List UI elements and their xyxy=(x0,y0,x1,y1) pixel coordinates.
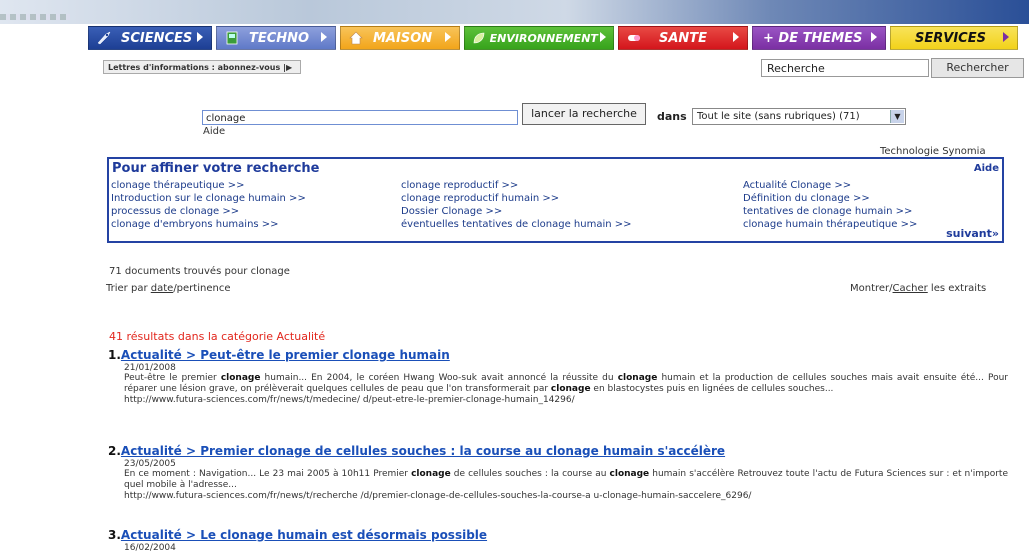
tab-label: TECHNO xyxy=(249,30,310,46)
snippet-highlight: clonage xyxy=(550,384,591,394)
chevron-down-icon: ▼ xyxy=(890,110,904,123)
refine-link[interactable]: processus de clonage >> xyxy=(111,205,306,218)
tab-label: + DE THEMES xyxy=(763,30,863,46)
result-count: 71 documents trouvés pour clonage xyxy=(109,266,290,277)
sort-prefix: Trier par xyxy=(106,283,148,294)
snippet-highlight: clonage xyxy=(617,373,658,383)
result-date: 23/05/2005 xyxy=(124,459,176,469)
refine-link[interactable]: éventuelles tentatives de clonage humain… xyxy=(401,218,632,231)
refine-link[interactable]: Dossier Clonage >> xyxy=(401,205,632,218)
result-number: 2. xyxy=(108,444,121,458)
tab-techno[interactable]: TECHNO xyxy=(216,26,336,50)
refine-column-2: clonage reproductif >> clonage reproduct… xyxy=(401,179,632,231)
query-input[interactable]: clonage xyxy=(202,110,518,125)
tab-services[interactable]: SERVICES xyxy=(890,26,1018,50)
snippet-text: de cellules souches : la course au xyxy=(450,469,610,479)
refine-link[interactable]: Introduction sur le clonage humain >> xyxy=(111,192,306,205)
result-snippet: En ce moment : Navigation... Le 23 mai 2… xyxy=(124,469,1008,491)
result-date: 16/02/2004 xyxy=(124,543,176,553)
refine-link[interactable]: clonage reproductif humain >> xyxy=(401,192,632,205)
header-search-button-label: Rechercher xyxy=(946,61,1009,74)
arrow-right-icon xyxy=(598,31,609,45)
sort-options: Trier par date/pertinence xyxy=(106,283,230,294)
snippet-highlight: clonage xyxy=(220,373,261,383)
arrow-right-icon xyxy=(195,31,207,45)
tab-label: SERVICES xyxy=(915,30,986,46)
snippet-highlight: clonage xyxy=(609,469,650,479)
launch-search-button[interactable]: lancer la recherche xyxy=(522,103,646,125)
arrow-right-icon xyxy=(319,31,331,45)
refine-next-link[interactable]: suivant» xyxy=(946,227,999,240)
main-nav: SCIENCES TECHNO MAISON ENVIRONNEMENT SAN… xyxy=(88,26,1022,53)
refine-column-1: clonage thérapeutique >> Introduction su… xyxy=(111,179,306,231)
scope-selected: Tout le site (sans rubriques) (71) xyxy=(697,111,860,122)
tab-sciences[interactable]: SCIENCES xyxy=(88,26,212,50)
help-link[interactable]: Aide xyxy=(203,126,225,137)
result-title-link[interactable]: Actualité > Peut-être le premier clonage… xyxy=(121,348,450,362)
result-number: 3. xyxy=(108,528,121,542)
tab-label: SANTE xyxy=(659,30,708,46)
header-search-input[interactable]: Recherche xyxy=(761,59,929,77)
hide-extracts-link[interactable]: Cacher xyxy=(893,283,928,294)
result-url: http://www.futura-sciences.com/fr/news/t… xyxy=(124,395,575,405)
tab-label: MAISON xyxy=(373,30,433,46)
tab-sante[interactable]: SANTE xyxy=(618,26,748,50)
extracts-label: les extraits xyxy=(927,283,987,294)
arrow-right-icon xyxy=(869,31,881,45)
tab-label: SCIENCES xyxy=(121,30,193,46)
banner-strip xyxy=(0,14,70,20)
result-title-link[interactable]: Actualité > Le clonage humain est désorm… xyxy=(121,528,487,542)
extracts-toggle: Montrer/Cacher les extraits xyxy=(850,283,986,294)
refine-link[interactable]: clonage thérapeutique >> xyxy=(111,179,306,192)
snippet-text: Peut-être le premier xyxy=(124,373,221,383)
site-banner xyxy=(0,0,1029,24)
snippet-highlight: clonage xyxy=(411,469,451,479)
refine-link[interactable]: clonage d'embryons humains >> xyxy=(111,218,306,231)
tab-environnement[interactable]: ENVIRONNEMENT xyxy=(464,26,614,50)
tab-maison[interactable]: MAISON xyxy=(340,26,460,50)
house-icon xyxy=(347,30,365,46)
result-number: 1. xyxy=(108,348,121,362)
result-date: 21/01/2008 xyxy=(124,363,176,373)
rocket-icon xyxy=(95,30,113,46)
result-item: 1.Actualité > Peut-être le premier clona… xyxy=(108,348,1008,405)
result-snippet: Peut-être le premier clonage humain... E… xyxy=(124,373,1008,395)
result-item: 2.Actualité > Premier clonage de cellule… xyxy=(108,444,1008,501)
snippet-text: humain... En 2004, le coréen Hwang Woo-s… xyxy=(260,373,618,383)
sort-by-date-link[interactable]: date xyxy=(151,283,174,294)
header-search-button[interactable]: Rechercher xyxy=(931,58,1024,78)
show-extracts[interactable]: Montrer/ xyxy=(850,283,893,294)
result-title-link[interactable]: Actualité > Premier clonage de cellules … xyxy=(121,444,725,458)
result-item: 3.Actualité > Le clonage humain est déso… xyxy=(108,528,1008,553)
refine-link[interactable]: tentatives de clonage humain >> xyxy=(743,205,917,218)
leaf-icon xyxy=(471,30,488,46)
refine-box: Pour affiner votre recherche Aide clonag… xyxy=(107,157,1004,243)
scope-select[interactable]: Tout le site (sans rubriques) (71) ▼ xyxy=(692,108,906,125)
tab-plus-de-themes[interactable]: + DE THEMES xyxy=(752,26,886,50)
arrow-right-icon xyxy=(1001,31,1013,45)
computer-icon xyxy=(223,30,241,46)
refine-title: Pour affiner votre recherche xyxy=(112,161,320,176)
provider-credit: Technologie Synomia xyxy=(880,146,986,157)
sort-by-relevance[interactable]: /pertinence xyxy=(173,283,230,294)
scope-label: dans xyxy=(657,110,687,123)
arrow-right-icon xyxy=(443,31,455,45)
pill-icon xyxy=(625,30,643,46)
newsletter-link[interactable]: Lettres d'informations : abonnez-vous |▶ xyxy=(103,60,301,74)
snippet-text: En ce moment : Navigation... Le 23 mai 2… xyxy=(124,469,412,479)
category-heading: 41 résultats dans la catégorie Actualité xyxy=(109,330,326,343)
refine-link[interactable]: clonage reproductif >> xyxy=(401,179,632,192)
snippet-text: en blastocystes puis en lignées de cellu… xyxy=(590,384,834,394)
refine-link[interactable]: Actualité Clonage >> xyxy=(743,179,917,192)
arrow-right-icon xyxy=(731,31,743,45)
tab-label: ENVIRONNEMENT xyxy=(489,31,598,45)
refine-link[interactable]: Définition du clonage >> xyxy=(743,192,917,205)
refine-link[interactable]: clonage humain thérapeutique >> xyxy=(743,218,917,231)
result-url: http://www.futura-sciences.com/fr/news/t… xyxy=(124,491,752,501)
refine-help-link[interactable]: Aide xyxy=(974,163,999,174)
refine-column-3: Actualité Clonage >> Définition du clona… xyxy=(743,179,917,231)
